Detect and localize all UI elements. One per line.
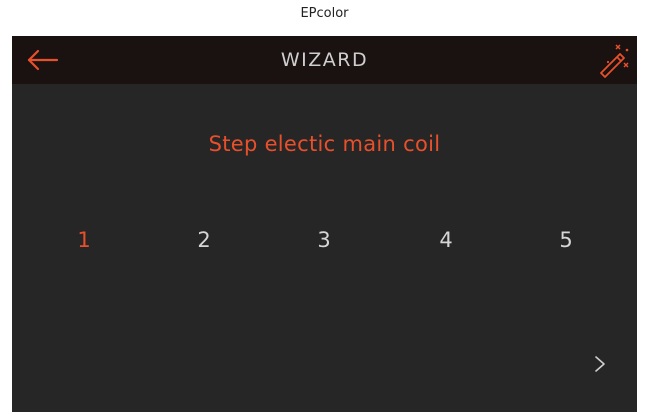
step-1[interactable]: 1	[64, 228, 104, 252]
wizard-screen: WIZARD Step electic main coil 1 2 3 4 5	[12, 36, 637, 412]
step-indicator: 1 2 3 4 5	[12, 228, 637, 264]
next-button[interactable]	[588, 348, 612, 380]
page-title: WIZARD	[280, 49, 369, 71]
back-button[interactable]	[24, 46, 60, 74]
step-4[interactable]: 4	[426, 228, 466, 252]
step-2[interactable]: 2	[184, 228, 224, 252]
header-bar: WIZARD	[12, 36, 637, 84]
wizard-button[interactable]	[595, 42, 631, 78]
window-caption: EPcolor	[300, 6, 349, 21]
step-3[interactable]: 3	[304, 228, 344, 252]
step-heading: Step electic main coil	[208, 132, 441, 156]
step-5[interactable]: 5	[546, 228, 586, 252]
arrow-left-icon	[27, 49, 59, 71]
magic-wand-icon	[600, 44, 629, 78]
chevron-right-icon	[595, 356, 605, 372]
